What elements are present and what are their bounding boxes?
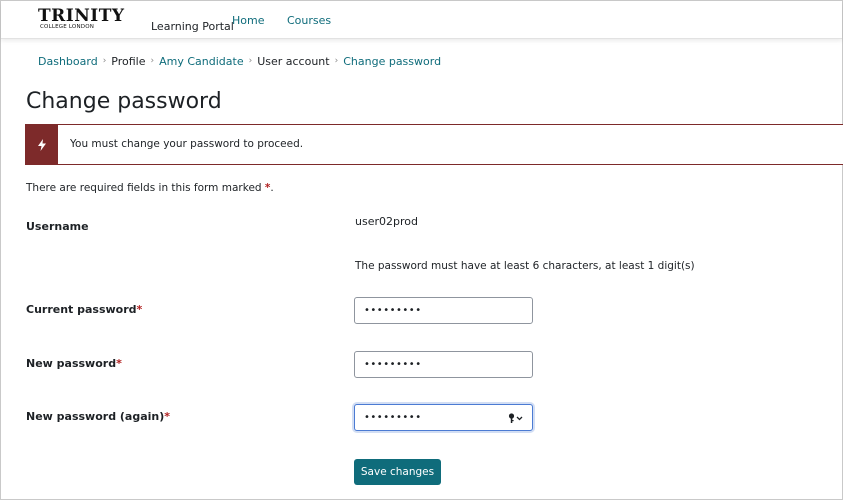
breadcrumb-change-password[interactable]: Change password	[343, 55, 441, 68]
new-password-input[interactable]: •••••••••	[354, 351, 533, 378]
alert-message: You must change your password to proceed…	[70, 138, 304, 150]
current-password-value: •••••••••	[364, 305, 422, 316]
new-password-again-label-text: New password (again)	[26, 410, 165, 423]
new-password-value: •••••••••	[364, 359, 422, 370]
page-title: Change password	[26, 89, 222, 114]
logo-sub-text: COLLEGE LONDON	[40, 24, 95, 30]
required-star-icon: *	[164, 410, 171, 423]
new-password-again-value: •••••••••	[364, 412, 422, 423]
error-alert: You must change your password to proceed…	[25, 124, 843, 165]
breadcrumb-separator-icon: ›	[102, 56, 107, 66]
password-rule-text: The password must have at least 6 charac…	[355, 260, 695, 272]
required-note-end: .	[270, 182, 274, 194]
breadcrumb: Dashboard › Profile › Amy Candidate › Us…	[38, 54, 441, 68]
breadcrumb-profile: Profile	[111, 54, 146, 68]
username-label: Username	[26, 220, 89, 233]
password-manager-key-icon[interactable]	[508, 412, 524, 424]
breadcrumb-user-account: User account	[257, 54, 330, 68]
new-password-again-input[interactable]: •••••••••	[354, 404, 533, 431]
current-password-label: Current password*	[26, 303, 142, 316]
alert-icon-box	[26, 125, 58, 164]
key-dropdown-icon	[508, 413, 523, 423]
nav-courses-link[interactable]: Courses	[287, 14, 331, 27]
required-star-icon: *	[136, 303, 143, 316]
breadcrumb-separator-icon: ›	[248, 56, 253, 66]
portal-name: Learning Portal	[151, 20, 234, 33]
new-password-label-text: New password	[26, 357, 117, 370]
required-star-icon: *	[116, 357, 122, 370]
breadcrumb-separator-icon: ›	[334, 56, 339, 66]
new-password-again-label: New password (again)*	[26, 410, 170, 423]
top-navbar: TRINITY COLLEGE LONDON Learning Portal H…	[1, 1, 842, 39]
breadcrumb-amy-candidate[interactable]: Amy Candidate	[159, 55, 243, 68]
required-note-text: There are required fields in this form m…	[26, 182, 262, 194]
lightning-bolt-icon	[38, 138, 46, 151]
breadcrumb-separator-icon: ›	[150, 56, 155, 66]
current-password-label-text: Current password	[26, 303, 137, 316]
breadcrumb-dashboard[interactable]: Dashboard	[38, 55, 98, 68]
username-value: user02prod	[355, 215, 418, 228]
current-password-input[interactable]: •••••••••	[354, 297, 533, 324]
new-password-label: New password*	[26, 357, 122, 370]
save-changes-button[interactable]: Save changes	[354, 459, 441, 485]
nav-home-link[interactable]: Home	[232, 14, 264, 27]
logo-main-text: TRINITY	[38, 6, 125, 26]
required-fields-note: There are required fields in this form m…	[26, 182, 274, 194]
